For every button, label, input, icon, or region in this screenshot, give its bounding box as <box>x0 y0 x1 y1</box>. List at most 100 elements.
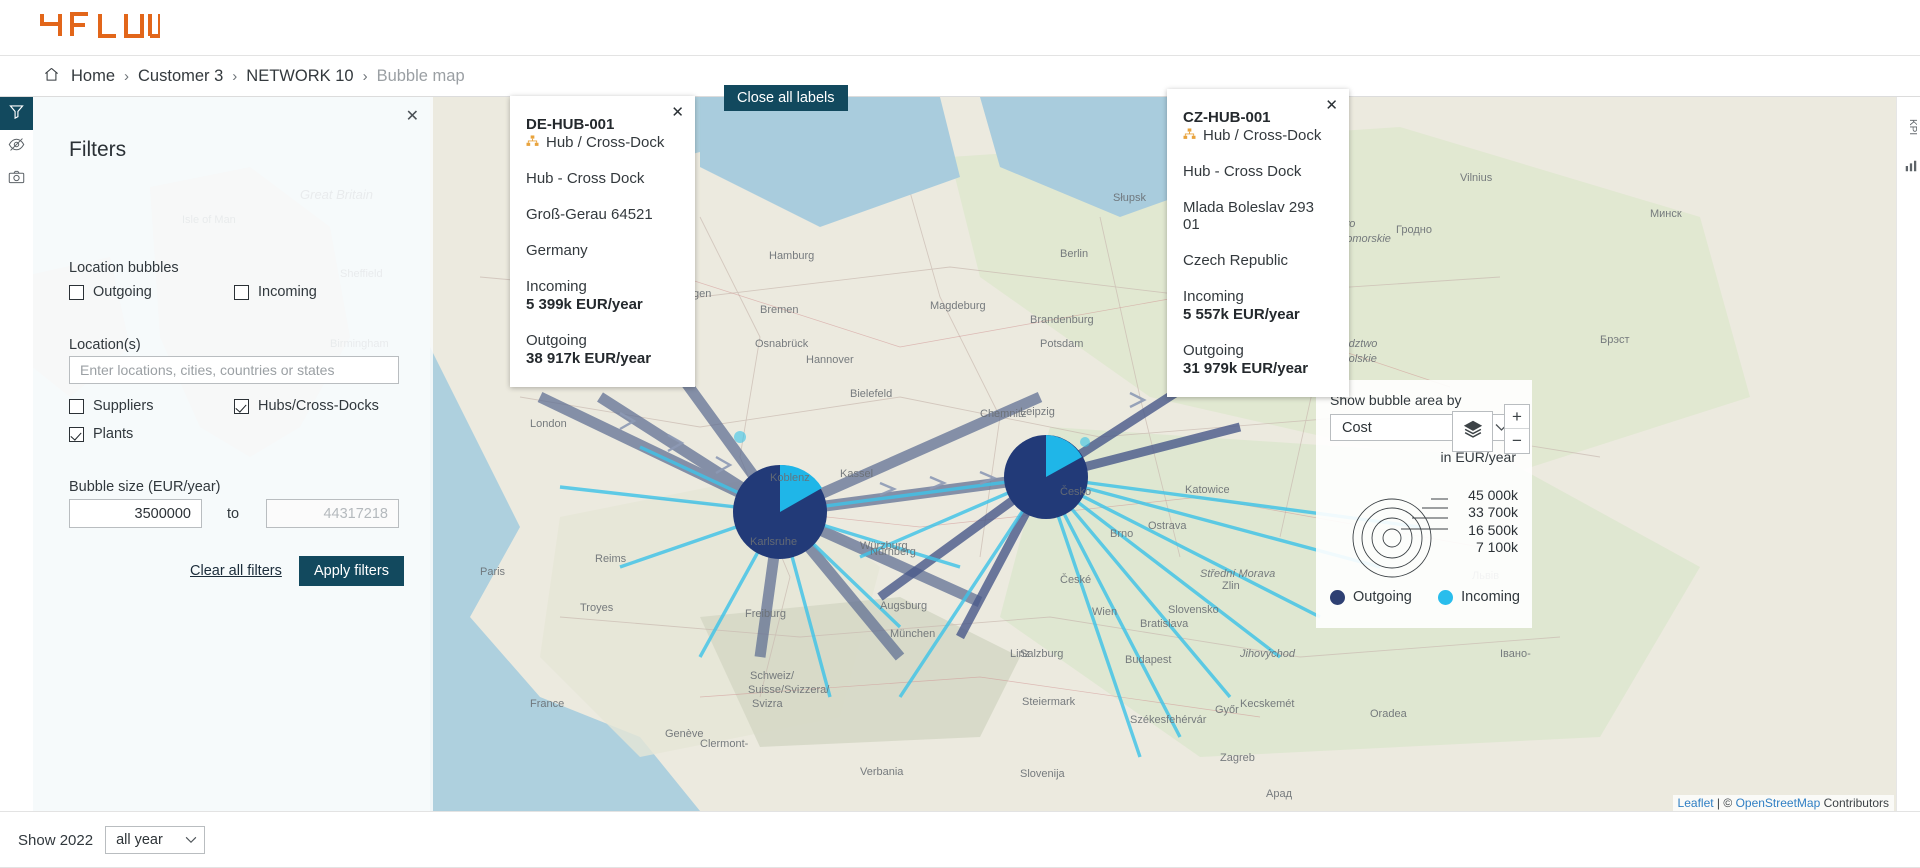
checkbox-incoming[interactable]: Incoming <box>234 284 317 300</box>
breadcrumb-item-customer[interactable]: Customer 3 <box>138 67 223 86</box>
leaflet-link[interactable]: Leaflet <box>1678 796 1714 810</box>
checkbox-plants[interactable]: Plants <box>69 426 133 442</box>
svg-text:Арад: Арад <box>1266 788 1293 800</box>
popup-incoming-value: 5 399k EUR/year <box>526 296 643 313</box>
close-icon[interactable]: ✕ <box>671 105 684 120</box>
svg-text:Słupsk: Słupsk <box>1113 192 1147 204</box>
popup-line-1: Hub - Cross Dock <box>1183 163 1302 180</box>
clear-all-filters-link[interactable]: Clear all filters <box>190 563 282 579</box>
osm-link[interactable]: OpenStreetMap <box>1736 796 1821 810</box>
filter-icon <box>9 104 24 124</box>
breadcrumb-bar: Home › Customer 3 › NETWORK 10 › Bubble … <box>0 56 1920 127</box>
popup-type: Hub / Cross-Dock <box>1183 127 1327 144</box>
breadcrumb-separator: › <box>362 68 368 85</box>
popup-line-2: Mlada Boleslav 293 01 <box>1183 199 1314 233</box>
close-icon[interactable]: ✕ <box>406 109 419 125</box>
svg-text:Ostrava: Ostrava <box>1148 520 1187 532</box>
svg-text:Linz: Linz <box>1010 648 1030 660</box>
svg-text:Freiburg: Freiburg <box>745 608 786 620</box>
period-selector: Show 2022 all year <box>18 826 206 854</box>
svg-text:Hamburg: Hamburg <box>769 250 814 262</box>
map-popup-cz-hub: ✕ CZ-HUB-001 Hub / Cross-Dock Hub - Cros… <box>1167 89 1349 397</box>
visibility-tab-button[interactable] <box>0 130 33 163</box>
screenshot-tab-button[interactable] <box>0 163 33 196</box>
breadcrumb: Home › Customer 3 › NETWORK 10 › Bubble … <box>44 56 465 97</box>
outgoing-color-dot <box>1330 589 1345 605</box>
zoom-in-button[interactable]: + <box>1505 405 1529 429</box>
svg-text:Osnabrück: Osnabrück <box>755 338 809 350</box>
checkbox-hubs[interactable]: Hubs/Cross-Docks <box>234 398 379 414</box>
map-popup-de-hub: ✕ DE-HUB-001 Hub / Cross-Dock Hub - Cros… <box>510 96 695 387</box>
legend-key-outgoing-label: Outgoing <box>1353 589 1412 605</box>
close-all-labels-button[interactable]: Close all labels <box>724 85 848 111</box>
popup-outgoing: Outgoing 31 979k EUR/year <box>1183 342 1327 377</box>
bubble-size-to-label: to <box>227 506 240 522</box>
bubble-size-label: Bubble size (EUR/year) <box>69 479 221 495</box>
legend-size-value: 7 100k <box>1475 539 1518 556</box>
popup-outgoing-value: 38 917k EUR/year <box>526 350 652 367</box>
breadcrumb-item-network[interactable]: NETWORK 10 <box>246 67 353 86</box>
filter-tab-button[interactable] <box>0 97 33 130</box>
svg-text:Střední Morava: Střední Morava <box>1200 568 1275 580</box>
breadcrumb-item-home[interactable]: Home <box>71 67 115 86</box>
svg-text:Česko: Česko <box>1060 485 1091 498</box>
svg-text:Bremen: Bremen <box>760 304 799 316</box>
svg-text:Brandenburg: Brandenburg <box>1030 314 1094 326</box>
svg-text:Chemnitz: Chemnitz <box>980 408 1026 420</box>
locations-label: Location(s) <box>69 337 141 353</box>
bubble-size-min-input[interactable]: 3500000 <box>69 499 202 528</box>
chevron-down-icon <box>185 836 197 844</box>
svg-text:Verbania: Verbania <box>860 766 904 778</box>
popup-code: CZ-HUB-001 <box>1183 109 1271 126</box>
checkbox-suppliers[interactable]: Suppliers <box>69 398 153 414</box>
bubble-map-page: Home › Customer 3 › NETWORK 10 › Bubble … <box>0 0 1920 868</box>
popup-outgoing-label: Outgoing <box>526 332 587 349</box>
checkbox-suppliers-box[interactable] <box>69 398 84 414</box>
attribution-suffix: Contributors <box>1823 796 1889 810</box>
checkbox-plants-box[interactable] <box>69 426 84 442</box>
legend-size-value: 33 700k <box>1468 504 1518 521</box>
hub-cross-dock-icon <box>1183 127 1196 144</box>
svg-text:Schweiz/: Schweiz/ <box>750 670 795 682</box>
svg-text:Slovensko: Slovensko <box>1168 604 1219 616</box>
svg-text:Augsburg: Augsburg <box>880 600 927 612</box>
period-select[interactable]: all year <box>105 826 206 854</box>
apply-filters-button[interactable]: Apply filters <box>299 556 404 586</box>
brand-logo[interactable] <box>38 12 160 39</box>
eye-off-icon <box>8 136 25 158</box>
kpi-panel-label[interactable]: KPI <box>1898 119 1918 135</box>
svg-text:France: France <box>530 698 564 710</box>
filters-panel: ✕ Filters Location bubbles Outgoing Inco… <box>33 97 433 811</box>
popup-line-3: Czech Republic <box>1183 252 1289 269</box>
svg-text:Steiermark: Steiermark <box>1022 696 1076 708</box>
checkbox-outgoing-box[interactable] <box>69 284 84 300</box>
chart-icon[interactable] <box>1898 159 1918 173</box>
close-icon[interactable]: ✕ <box>1325 98 1338 113</box>
svg-text:Oradea: Oradea <box>1370 708 1408 720</box>
svg-text:Troyes: Troyes <box>580 602 614 614</box>
legend-key-incoming: Incoming <box>1438 589 1520 605</box>
svg-text:Гродно: Гродно <box>1396 224 1432 236</box>
svg-text:Wien: Wien <box>1092 606 1117 618</box>
svg-text:Zlin: Zlin <box>1222 580 1240 592</box>
svg-text:Zagreb: Zagreb <box>1220 752 1255 764</box>
checkbox-outgoing[interactable]: Outgoing <box>69 284 152 300</box>
svg-text:Jihovýchod: Jihovýchod <box>1239 648 1296 660</box>
incoming-color-dot <box>1438 589 1454 605</box>
locations-input[interactable]: Enter locations, cities, countries or st… <box>69 356 399 384</box>
bubble-size-max-input[interactable]: 44317218 <box>266 499 399 528</box>
breadcrumb-separator: › <box>232 68 238 85</box>
legend-key-outgoing: Outgoing <box>1330 589 1412 605</box>
checkbox-hubs-box[interactable] <box>234 398 249 414</box>
popup-outgoing-value: 31 979k EUR/year <box>1183 360 1309 377</box>
zoom-out-button[interactable]: − <box>1505 429 1529 453</box>
svg-text:Брэст: Брэст <box>1600 334 1630 346</box>
zoom-controls[interactable]: + − <box>1504 404 1530 454</box>
svg-text:Clermont-: Clermont- <box>700 738 749 750</box>
layers-button[interactable] <box>1452 411 1493 452</box>
svg-text:Koblenz: Koblenz <box>770 472 810 484</box>
checkbox-outgoing-label: Outgoing <box>93 284 152 300</box>
layers-icon <box>1462 418 1484 445</box>
checkbox-incoming-box[interactable] <box>234 284 249 300</box>
popup-outgoing: Outgoing 38 917k EUR/year <box>526 332 673 367</box>
